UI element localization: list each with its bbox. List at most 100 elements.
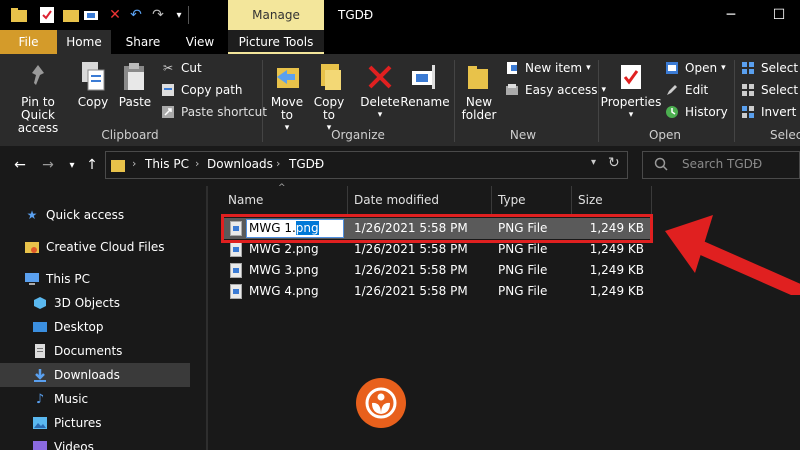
- png-file-icon: [230, 263, 242, 278]
- nav-downloads[interactable]: Downloads: [0, 363, 190, 387]
- undo-icon[interactable]: ↶: [127, 6, 145, 24]
- delete-small-icon[interactable]: ✕: [106, 6, 124, 24]
- star-icon: ★: [26, 208, 38, 222]
- nav-creative-cloud[interactable]: Creative Cloud Files: [0, 235, 190, 259]
- edit-label: Edit: [685, 83, 709, 97]
- up-icon[interactable]: ↑: [82, 155, 102, 175]
- new-folder-label: New folder: [461, 95, 497, 122]
- nav-label: This PC: [46, 272, 90, 286]
- manage-tab[interactable]: Manage: [228, 0, 324, 30]
- invert-selection-label: Invert selection: [761, 105, 800, 119]
- new-folder-button[interactable]: New folder: [458, 62, 500, 122]
- nav-quick-access[interactable]: ★ Quick access: [0, 203, 190, 227]
- select-none-label: Select none: [761, 83, 800, 97]
- tab-view[interactable]: View: [172, 30, 228, 54]
- select-none-button[interactable]: Select none: [740, 82, 800, 98]
- nav-desktop[interactable]: Desktop: [0, 315, 190, 339]
- nav-documents[interactable]: Documents: [0, 339, 190, 363]
- invert-selection-icon: [740, 104, 756, 120]
- open-button[interactable]: Open ▾: [664, 60, 726, 76]
- recent-locations-icon[interactable]: ▾: [62, 155, 82, 175]
- breadcrumb-downloads[interactable]: Downloads: [207, 157, 273, 171]
- easy-access-icon: [504, 82, 520, 98]
- invert-selection-button[interactable]: Invert selection: [740, 104, 800, 120]
- group-divider: [454, 60, 455, 142]
- tab-home[interactable]: Home: [57, 30, 111, 54]
- delete-icon: [365, 62, 395, 92]
- breadcrumb-current[interactable]: TGDĐ: [289, 157, 324, 171]
- customize-qa-icon[interactable]: ▾: [170, 6, 188, 24]
- paste-shortcut-button[interactable]: Paste shortcut: [160, 104, 267, 120]
- new-item-label: New item: [525, 61, 583, 75]
- nav-pictures[interactable]: Pictures: [0, 411, 190, 435]
- nav-label: Pictures: [54, 416, 102, 430]
- highlight-frame: [221, 214, 653, 243]
- select-all-button[interactable]: Select all: [740, 60, 800, 76]
- delete-button[interactable]: Delete ▾: [360, 62, 400, 122]
- easy-access-button[interactable]: Easy access ▾: [504, 82, 606, 98]
- easy-access-label: Easy access: [525, 83, 598, 97]
- pointer-arrow-icon: [665, 215, 800, 295]
- history-button[interactable]: History: [664, 104, 728, 120]
- paste-label: Paste: [118, 95, 152, 109]
- file-name: MWG 4.png: [249, 284, 319, 298]
- history-label: History: [685, 105, 728, 119]
- minimize-icon[interactable]: ─: [708, 0, 754, 30]
- pin-icon: [23, 62, 53, 92]
- column-size[interactable]: Size: [572, 186, 652, 214]
- move-to-button[interactable]: Move to ▾: [268, 62, 306, 135]
- column-date-modified[interactable]: Date modified: [348, 186, 492, 214]
- group-select-label: Select: [770, 128, 800, 142]
- nav-label: Creative Cloud Files: [46, 240, 165, 254]
- new-item-button[interactable]: New item ▾: [504, 60, 591, 76]
- open-icon: [664, 60, 680, 76]
- nav-label: Music: [54, 392, 89, 406]
- tab-file[interactable]: File: [0, 30, 57, 54]
- breadcrumb-separator-icon: ›: [132, 157, 137, 170]
- column-type[interactable]: Type: [492, 186, 572, 214]
- paste-button[interactable]: Paste: [116, 62, 154, 109]
- file-row[interactable]: MWG 3.png 1/26/2021 5:58 PM PNG File 1,2…: [222, 260, 652, 281]
- file-date: 1/26/2021 5:58 PM: [354, 263, 468, 277]
- copy-path-label: Copy path: [181, 83, 243, 97]
- maximize-icon[interactable]: ☐: [756, 0, 800, 30]
- copy-path-button[interactable]: Copy path: [160, 82, 243, 98]
- address-dropdown-icon[interactable]: ▾: [591, 157, 596, 168]
- file-date: 1/26/2021 5:58 PM: [354, 284, 468, 298]
- nav-this-pc[interactable]: This PC: [0, 267, 190, 291]
- pin-quick-access-button[interactable]: Pin to Quick access: [4, 62, 72, 135]
- nav-videos[interactable]: Videos: [0, 435, 190, 450]
- nav-label: Documents: [54, 344, 123, 358]
- move-to-label: Move to: [270, 95, 304, 122]
- breadcrumb-this-pc[interactable]: This PC: [145, 157, 189, 171]
- navigation-pane-splitter[interactable]: [206, 186, 208, 450]
- folder-icon: [111, 157, 125, 176]
- cut-label: Cut: [181, 61, 202, 75]
- rename-small-icon[interactable]: [84, 6, 102, 24]
- group-divider: [262, 60, 263, 142]
- nav-3d-objects[interactable]: 3D Objects: [0, 291, 190, 315]
- new-item-icon: [504, 60, 520, 76]
- tab-picture-tools[interactable]: Picture Tools: [228, 30, 324, 54]
- properties-button[interactable]: Properties ▾: [601, 62, 661, 122]
- videos-icon: [32, 439, 48, 450]
- copy-icon: [78, 62, 108, 92]
- refresh-icon[interactable]: ↻: [608, 155, 620, 171]
- file-row[interactable]: MWG 4.png 1/26/2021 5:58 PM PNG File 1,2…: [222, 281, 652, 302]
- select-group: Select all Select none Invert selection …: [736, 54, 800, 146]
- column-name[interactable]: Name: [222, 186, 348, 214]
- select-none-icon: [740, 82, 756, 98]
- back-icon[interactable]: ←: [10, 155, 30, 175]
- new-folder-icon[interactable]: [62, 6, 80, 24]
- edit-button[interactable]: Edit: [664, 82, 708, 98]
- copy-button[interactable]: Copy: [74, 62, 112, 109]
- forward-icon[interactable]: →: [38, 155, 58, 175]
- redo-icon[interactable]: ↷: [149, 6, 167, 24]
- nav-music[interactable]: ♪ Music: [0, 387, 190, 411]
- copy-to-button[interactable]: Copy to ▾: [310, 62, 348, 135]
- cut-button[interactable]: ✂ Cut: [160, 60, 202, 76]
- properties-icon[interactable]: [38, 6, 56, 24]
- rename-button[interactable]: Rename: [400, 62, 450, 109]
- tab-share[interactable]: Share: [114, 30, 172, 54]
- explorer-icon: [10, 6, 28, 24]
